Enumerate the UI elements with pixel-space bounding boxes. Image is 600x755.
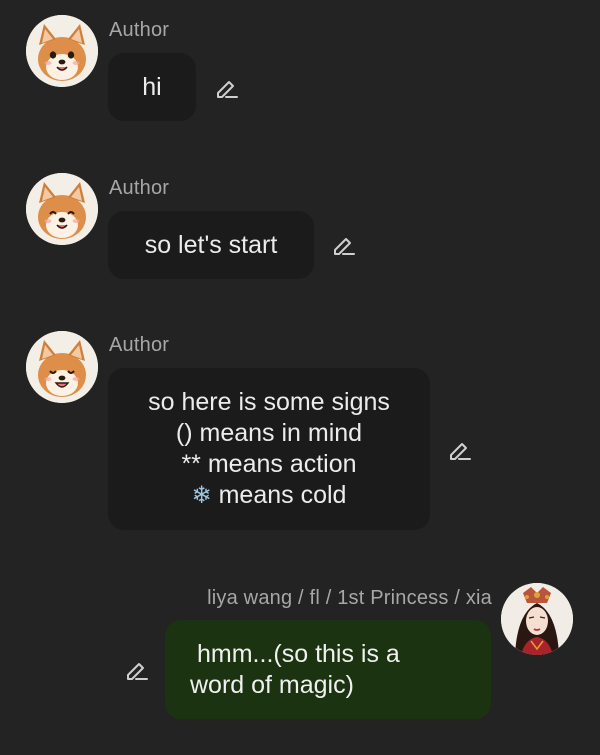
shiba-inu-avatar-icon bbox=[26, 331, 98, 403]
message-line: word of magic) bbox=[190, 671, 354, 699]
sender-name: Author bbox=[109, 19, 170, 41]
message-line: ** means action bbox=[181, 450, 357, 478]
message-bubble[interactable]: so let's start bbox=[108, 211, 314, 279]
message-line: so here is some signs bbox=[148, 388, 390, 416]
message-line-snow: ❄ means cold bbox=[108, 480, 430, 511]
message-bubble-user[interactable]: hmm...(so this is a word of magic) bbox=[165, 620, 491, 719]
edit-icon[interactable] bbox=[124, 657, 150, 683]
message-text: so let's start bbox=[144, 231, 278, 259]
message-line-text: means cold bbox=[218, 481, 347, 509]
sender-name: Author bbox=[109, 177, 170, 199]
edit-icon[interactable] bbox=[214, 75, 240, 101]
snowflake-icon: ❄ bbox=[191, 481, 212, 509]
shiba-inu-avatar-icon bbox=[26, 173, 98, 245]
author-avatar[interactable] bbox=[26, 173, 98, 245]
message-line: hmm...(so this is a bbox=[197, 640, 400, 668]
author-avatar[interactable] bbox=[26, 15, 98, 87]
message-bubble[interactable]: hi bbox=[108, 53, 196, 121]
princess-portrait-avatar-icon bbox=[501, 583, 573, 655]
sender-name: Author bbox=[109, 334, 170, 356]
user-avatar[interactable] bbox=[501, 583, 573, 655]
message-line: () means in mind bbox=[175, 419, 363, 447]
message-bubble[interactable]: so here is some signs () means in mind *… bbox=[108, 368, 430, 530]
shiba-inu-avatar-icon bbox=[26, 15, 98, 87]
sender-name: liya wang / fl / 1st Princess / xia bbox=[207, 587, 492, 609]
edit-icon[interactable] bbox=[447, 437, 473, 463]
message-text: hi bbox=[142, 73, 162, 101]
author-avatar[interactable] bbox=[26, 331, 98, 403]
edit-icon[interactable] bbox=[331, 232, 357, 258]
